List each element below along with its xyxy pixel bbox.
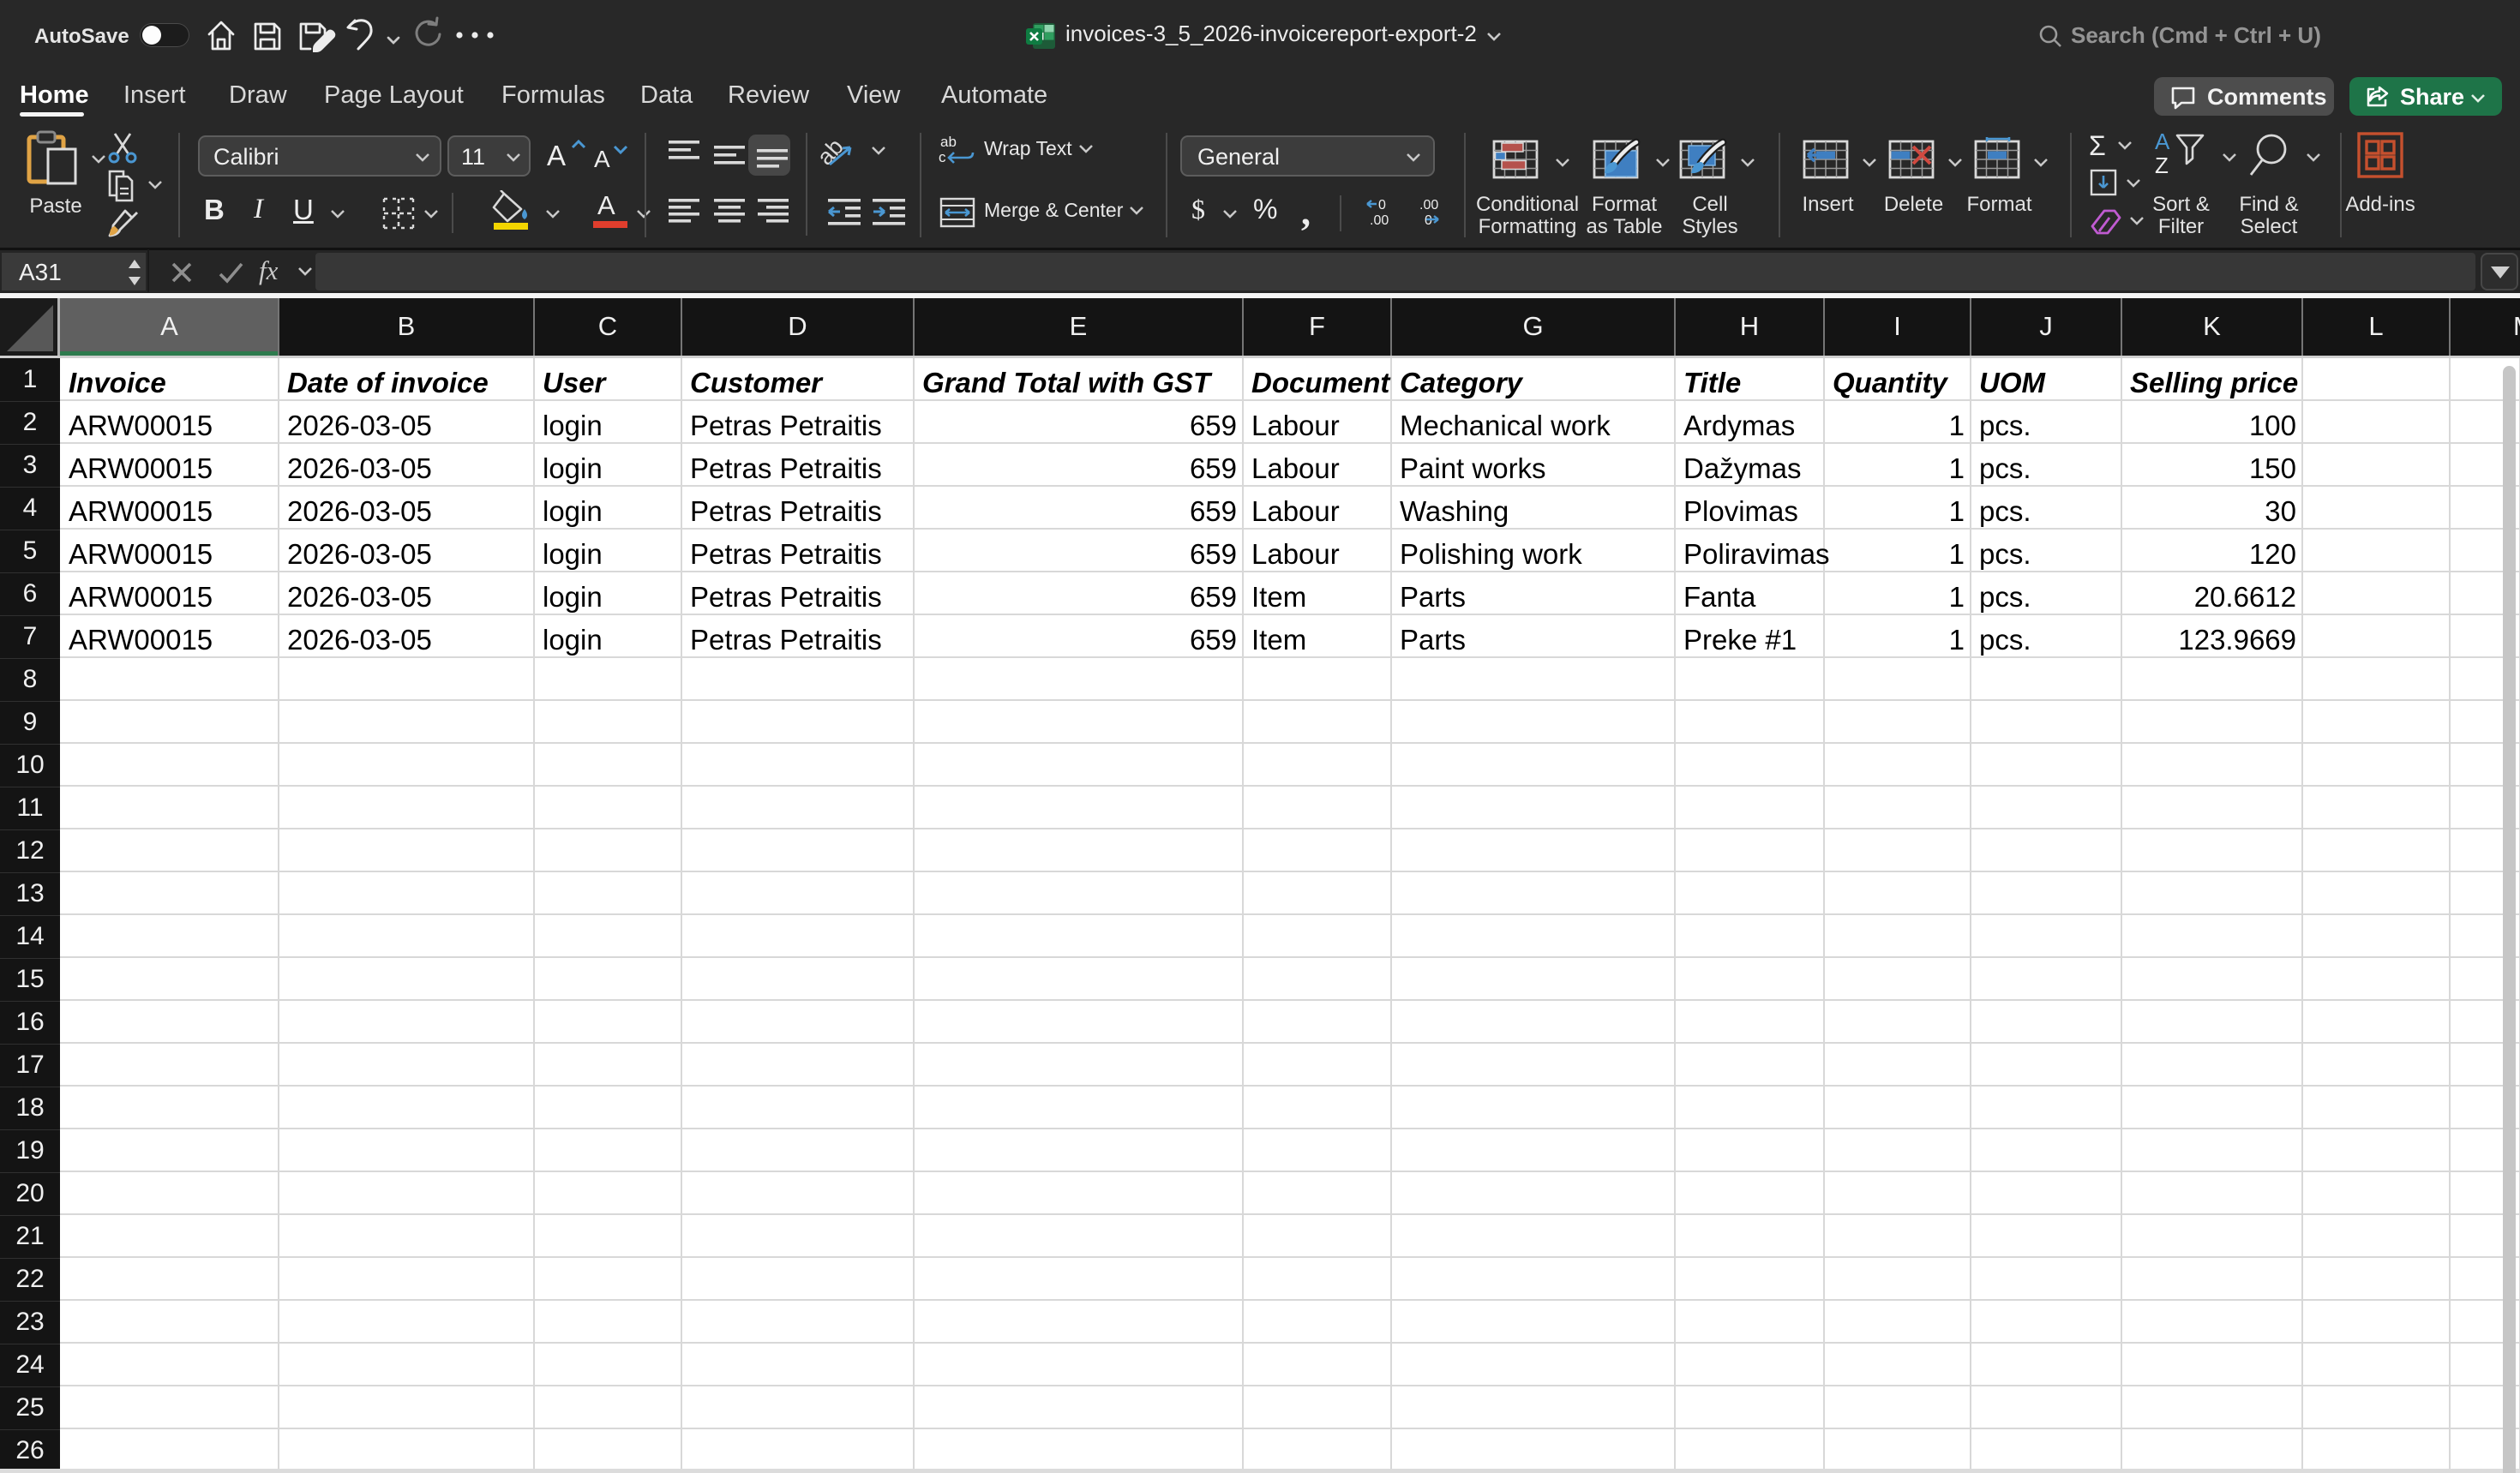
svg-text:c: c <box>939 149 946 165</box>
svg-text:ab: ab <box>940 134 957 150</box>
svg-text:.00: .00 <box>1419 198 1438 213</box>
svg-text:0: 0 <box>1425 213 1432 228</box>
svg-text:.00: .00 <box>1370 213 1389 228</box>
svg-text:0: 0 <box>1378 198 1386 213</box>
svg-text:Z: Z <box>2155 153 2169 178</box>
svg-text:A: A <box>2155 129 2170 154</box>
